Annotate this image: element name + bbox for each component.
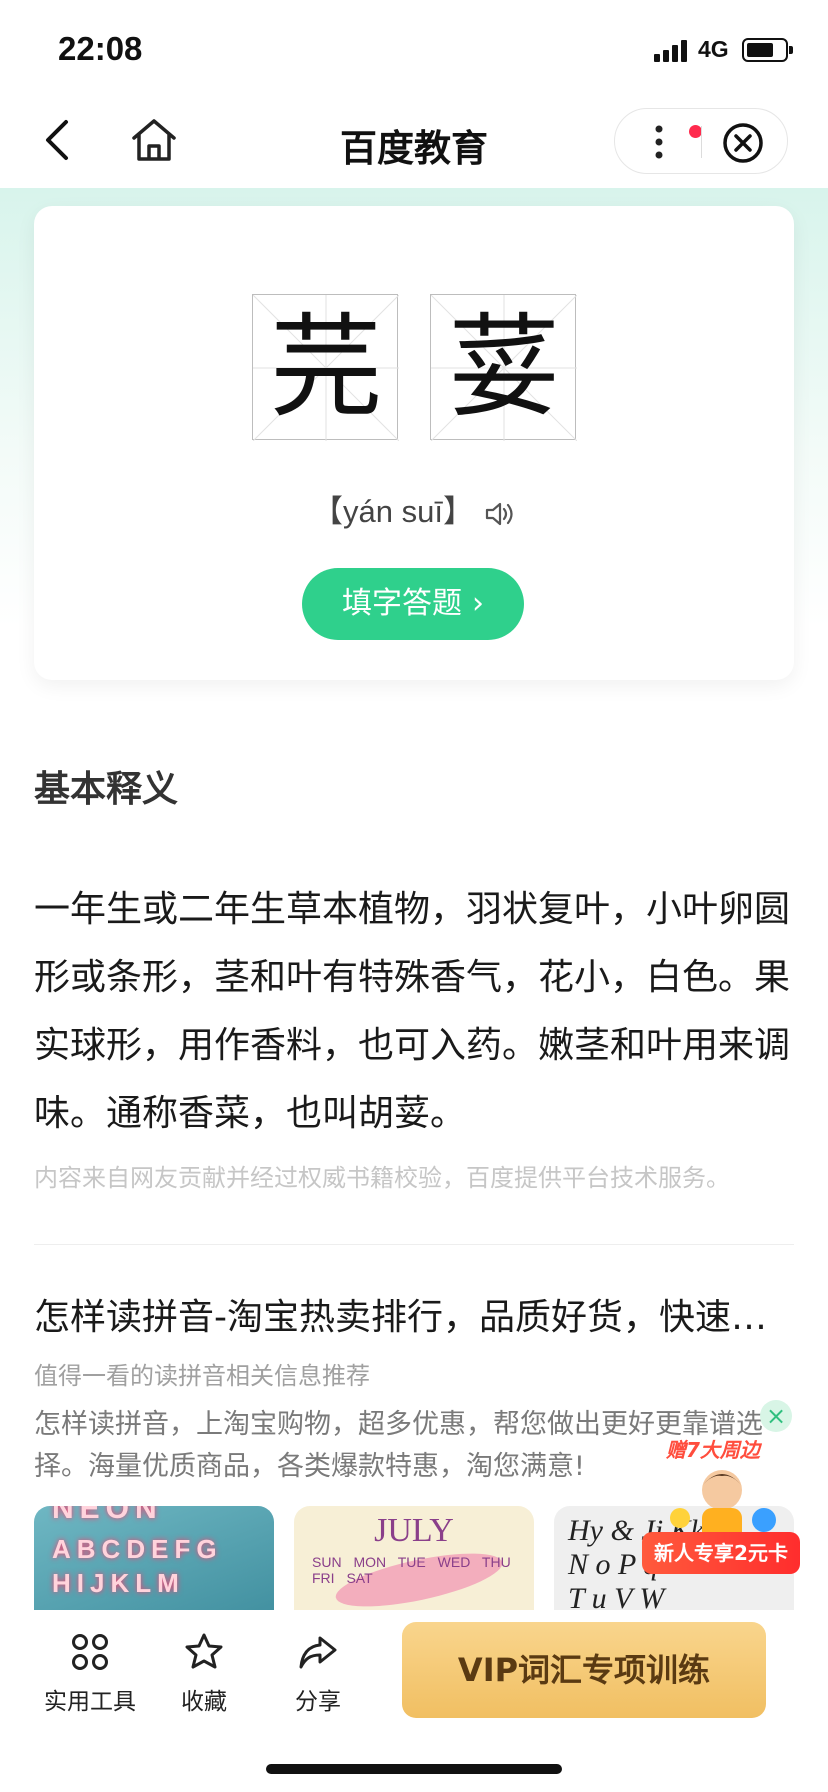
tools-button[interactable]: 实用工具: [30, 1626, 150, 1726]
share-button[interactable]: 分享: [258, 1626, 378, 1726]
favorite-button[interactable]: 收藏: [144, 1626, 264, 1726]
tools-label: 实用工具: [44, 1689, 136, 1715]
ad-title-link[interactable]: 怎样读拼音-淘宝热卖排行，品质好货，快速…: [34, 1288, 794, 1340]
signal-icon: [654, 40, 688, 62]
close-button[interactable]: [721, 121, 765, 165]
share-icon: [299, 1636, 337, 1669]
pinyin-row: 【yán suī】: [34, 486, 794, 531]
star-icon: [185, 1633, 223, 1669]
pinyin-text: 【yán suī】: [312, 494, 474, 529]
chevron-right-icon: ›: [472, 586, 484, 621]
calendar-weekdays: SUN MON TUE WED THU FRI SAT: [312, 1554, 511, 1586]
nav-bar: 百度教育: [0, 96, 828, 188]
home-indicator: [266, 1764, 562, 1774]
floating-promo[interactable]: × 赠7大周边 新人专享2元卡: [632, 1400, 812, 1590]
close-circle-icon: [723, 123, 763, 163]
share-label: 分享: [295, 1689, 341, 1715]
fill-character-quiz-button[interactable]: 填字答题 ›: [302, 568, 524, 640]
definition-text: 一年生或二年生草本植物，羽状复叶，小叶卵圆形或条形，茎和叶有特殊香气，花小，白色…: [34, 889, 791, 1134]
capsule-divider: [701, 126, 702, 158]
character: 荽: [448, 303, 560, 433]
grid-icon: [72, 1634, 108, 1670]
mini-program-capsule: [614, 108, 788, 174]
source-note: 内容来自网友贡献并经过权威书籍校验，百度提供平台技术服务。: [34, 1164, 730, 1192]
divider: [34, 1244, 794, 1245]
ad-thumbnail-calendar[interactable]: JULY SUN MON TUE WED THU FRI SAT: [294, 1506, 534, 1610]
word-card: 芫 荽 【yán suī】 填字答题 ›: [34, 206, 794, 680]
network-type: 4G: [698, 36, 729, 62]
favorite-label: 收藏: [181, 1689, 227, 1715]
ad-thumbnail-neon[interactable]: NEON ABCDEFG HIJKLM: [34, 1506, 274, 1610]
battery-icon: [742, 38, 793, 62]
character: 芫: [270, 303, 382, 433]
promo-headline: 赠7大周边: [666, 1438, 760, 1462]
speaker-icon[interactable]: [484, 500, 516, 528]
calendar-month: JULY: [374, 1512, 454, 1549]
neon-line: ABCDEFG: [52, 1534, 223, 1564]
neon-line: HIJKLM: [52, 1568, 185, 1598]
character-box: 芫: [252, 294, 399, 441]
promo-banner[interactable]: 新人专享2元卡: [642, 1532, 800, 1574]
more-vertical-icon: [655, 125, 663, 159]
neon-title: NEON: [52, 1506, 163, 1525]
status-time: 22:08: [58, 30, 143, 67]
ad-subtitle: 值得一看的读拼音相关信息推荐: [34, 1362, 370, 1390]
vip-training-button[interactable]: VIP词汇专项训练: [402, 1622, 766, 1718]
character-box: 荽: [430, 294, 577, 441]
section-title: 基本释义: [34, 769, 179, 810]
more-button[interactable]: [631, 117, 702, 167]
promo-close-button[interactable]: ×: [760, 1400, 792, 1432]
fill-button-label: 填字答题: [342, 586, 462, 621]
status-bar: 22:08 4G: [0, 0, 828, 96]
